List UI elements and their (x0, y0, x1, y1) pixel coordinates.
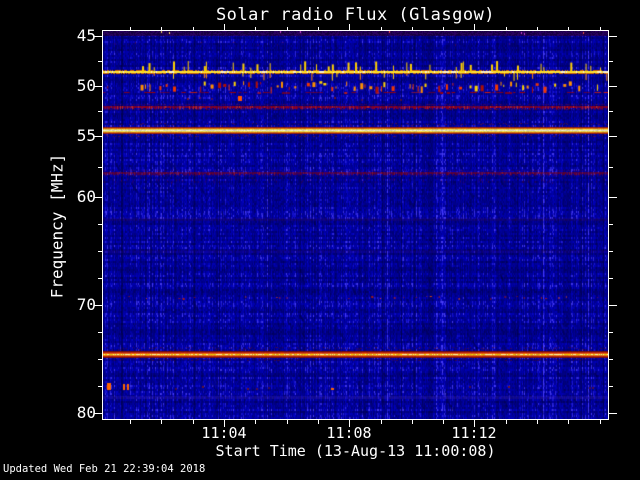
x-minor-tick-bottom (568, 420, 569, 424)
y-minor-tick-left (98, 224, 103, 225)
y-minor-tick-right (608, 61, 613, 62)
x-minor-tick-bottom (443, 420, 444, 424)
y-major-tick-right (608, 86, 617, 87)
y-minor-tick-right (608, 332, 613, 333)
y-major-tick-right (608, 413, 617, 414)
y-axis-title: Frequency [MHz] (47, 153, 67, 299)
x-minor-tick-top (412, 27, 413, 31)
x-minor-tick-bottom (287, 420, 288, 424)
y-minor-tick-right (608, 167, 613, 168)
x-minor-tick-bottom (318, 420, 319, 424)
y-minor-tick-left (98, 386, 103, 387)
y-tick-label: 45 (76, 26, 96, 45)
y-minor-tick-left (98, 251, 103, 252)
y-major-tick-right (608, 305, 617, 306)
y-minor-tick-left (98, 278, 103, 279)
x-minor-tick-bottom (161, 420, 162, 424)
spectrogram-canvas (103, 31, 608, 419)
x-axis-title: Start Time (13-Aug-13 11:00:08) (215, 442, 496, 460)
x-minor-tick-bottom (412, 420, 413, 424)
y-tick-label: 55 (76, 126, 96, 145)
x-major-tick-top (224, 24, 225, 31)
x-minor-tick-bottom (193, 420, 194, 424)
x-minor-tick-top (506, 27, 507, 31)
x-minor-tick-top (381, 27, 382, 31)
x-minor-tick-top (568, 27, 569, 31)
x-minor-tick-bottom (506, 420, 507, 424)
x-major-tick-top (474, 24, 475, 31)
x-minor-tick-bottom (537, 420, 538, 424)
chart-title: Solar radio Flux (Glasgow) (215, 5, 496, 25)
x-minor-tick-top (255, 27, 256, 31)
y-major-tick-right (608, 197, 617, 198)
y-minor-tick-right (608, 251, 613, 252)
y-major-tick-right (608, 36, 617, 37)
y-minor-tick-left (98, 359, 103, 360)
plot-area (103, 31, 608, 419)
y-minor-tick-right (608, 278, 613, 279)
y-tick-label: 50 (76, 76, 96, 95)
x-minor-tick-bottom (381, 420, 382, 424)
y-tick-label: 80 (76, 403, 96, 422)
x-major-tick-top (349, 24, 350, 31)
x-minor-tick-bottom (600, 420, 601, 424)
y-minor-tick-right (608, 224, 613, 225)
x-minor-tick-top (161, 27, 162, 31)
x-minor-tick-top (318, 27, 319, 31)
x-minor-tick-top (130, 27, 131, 31)
x-tick-label: 11:08 (326, 424, 372, 442)
x-tick-label: 11:12 (451, 424, 497, 442)
y-minor-tick-right (608, 111, 613, 112)
y-minor-tick-left (98, 111, 103, 112)
y-minor-tick-left (98, 332, 103, 333)
y-minor-tick-right (608, 359, 613, 360)
x-minor-tick-top (600, 27, 601, 31)
x-minor-tick-top (443, 27, 444, 31)
y-major-tick-right (608, 136, 617, 137)
update-timestamp: Updated Wed Feb 21 22:39:04 2018 (3, 463, 206, 475)
x-minor-tick-top (287, 27, 288, 31)
x-tick-label: 11:04 (201, 424, 247, 442)
y-minor-tick-left (98, 167, 103, 168)
x-minor-tick-top (193, 27, 194, 31)
x-minor-tick-top (537, 27, 538, 31)
spectrogram-page: Solar radio Flux (Glasgow) 45 50 55 60 70 80 1… (0, 0, 640, 480)
x-minor-tick-bottom (130, 420, 131, 424)
y-minor-tick-right (608, 386, 613, 387)
x-minor-tick-bottom (255, 420, 256, 424)
y-minor-tick-left (98, 61, 103, 62)
